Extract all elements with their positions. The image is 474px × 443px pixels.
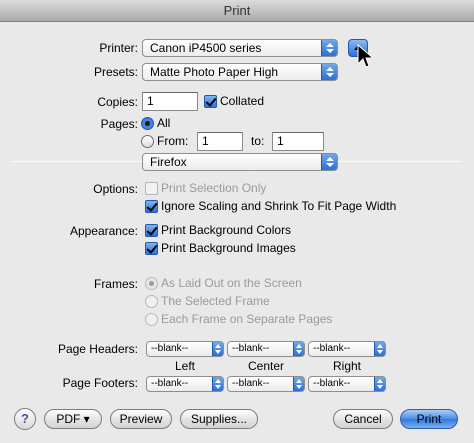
header-center-value: --blank-- (232, 343, 270, 354)
presets-label: Presets: (93, 65, 138, 79)
pages-to-label: to: (251, 134, 265, 148)
printer-popup[interactable]: Canon iP4500 series (142, 39, 338, 57)
print-selection-only-checkbox[interactable] (145, 182, 158, 195)
frames-selected-frame-label: The Selected Frame (161, 294, 270, 308)
footer-left-value: --blank-- (151, 378, 189, 389)
ignore-scaling-checkbox[interactable] (145, 200, 158, 213)
pages-to-field[interactable]: 1 (272, 132, 324, 151)
popup-arrows-icon (212, 342, 223, 356)
footer-center-popup[interactable]: --blank-- (227, 376, 305, 392)
header-center-popup[interactable]: --blank-- (227, 341, 305, 357)
print-selection-only-label: Print Selection Only (161, 181, 267, 195)
popup-arrows-icon (374, 342, 385, 356)
frames-each-frame-radio[interactable] (145, 313, 158, 326)
printer-value: Canon iP4500 series (150, 41, 262, 55)
frames-as-laid-out-label: As Laid Out on the Screen (161, 276, 302, 290)
popup-arrows-icon (374, 377, 385, 391)
pages-label: Pages: (100, 117, 138, 131)
print-bg-colors-checkbox[interactable] (145, 224, 158, 237)
collated-checkbox[interactable] (204, 95, 217, 108)
column-center-label: Center (247, 359, 285, 373)
pages-all-label: All (157, 116, 171, 130)
print-bg-colors-label: Print Background Colors (161, 223, 292, 237)
copies-field[interactable]: 1 (142, 92, 198, 111)
pages-all-radio[interactable] (141, 117, 154, 130)
section-popup[interactable]: Firefox (142, 153, 338, 171)
mouse-cursor-icon (357, 44, 375, 68)
window-title: Print (0, 0, 474, 22)
printer-label: Printer: (99, 41, 138, 55)
presets-value: Matte Photo Paper High (150, 65, 279, 79)
footer-center-value: --blank-- (232, 378, 270, 389)
print-bg-images-checkbox[interactable] (145, 242, 158, 255)
ignore-scaling-label: Ignore Scaling and Shrink To Fit Page Wi… (161, 199, 397, 213)
preview-button[interactable]: Preview (110, 409, 172, 429)
header-right-value: --blank-- (313, 343, 351, 354)
footer-right-value: --blank-- (313, 378, 351, 389)
appearance-label: Appearance: (69, 224, 138, 238)
footer-left-popup[interactable]: --blank-- (146, 376, 224, 392)
page-footers-label: Page Footers: (62, 376, 138, 390)
print-button[interactable]: Print (400, 409, 458, 429)
section-value: Firefox (150, 155, 187, 169)
pages-from-field[interactable]: 1 (197, 132, 243, 151)
pages-from-label: From: (157, 134, 189, 148)
column-right-label: Right (332, 359, 361, 373)
options-label: Options: (93, 182, 138, 196)
supplies-button[interactable]: Supplies... (180, 409, 258, 429)
header-left-popup[interactable]: --blank-- (146, 341, 224, 357)
frames-selected-frame-radio[interactable] (145, 295, 158, 308)
popup-arrows-icon (293, 342, 304, 356)
presets-popup[interactable]: Matte Photo Paper High (142, 63, 338, 81)
column-left-label: Left (174, 359, 195, 373)
help-button[interactable]: ? (14, 408, 36, 430)
print-dialog: Print Printer: Canon iP4500 series Prese… (0, 0, 474, 443)
footer-right-popup[interactable]: --blank-- (308, 376, 386, 392)
frames-as-laid-out-radio[interactable] (145, 277, 158, 290)
pdf-menu-button[interactable]: PDF ▾ (44, 409, 102, 429)
popup-arrows-icon (293, 377, 304, 391)
pages-from-radio[interactable] (141, 135, 154, 148)
header-left-value: --blank-- (151, 343, 189, 354)
copies-label: Copies: (97, 95, 138, 109)
popup-arrows-icon (321, 64, 337, 80)
popup-arrows-icon (321, 40, 337, 56)
frames-label: Frames: (93, 277, 138, 291)
popup-arrows-icon (321, 154, 337, 170)
page-headers-label: Page Headers: (57, 342, 138, 356)
cancel-button[interactable]: Cancel (333, 409, 393, 429)
print-bg-images-label: Print Background Images (161, 241, 296, 255)
frames-each-frame-label: Each Frame on Separate Pages (161, 312, 333, 326)
collated-label: Collated (220, 94, 265, 108)
popup-arrows-icon (212, 377, 223, 391)
header-right-popup[interactable]: --blank-- (308, 341, 386, 357)
